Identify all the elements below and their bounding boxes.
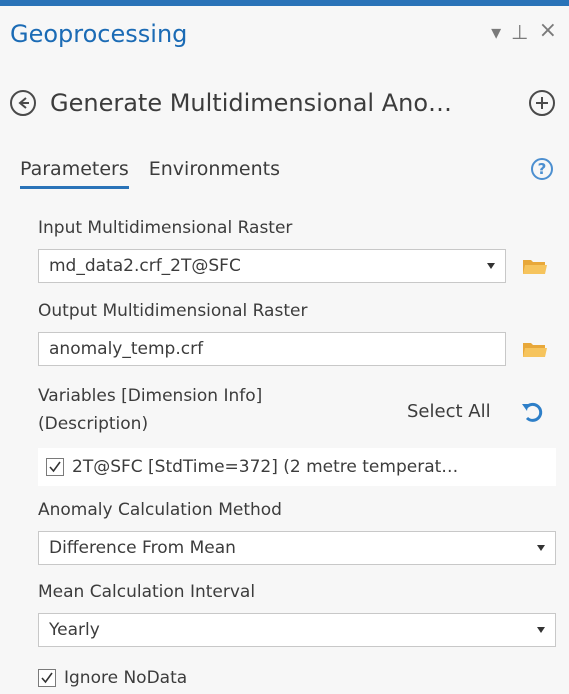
ignore-nodata-option[interactable]: Ignore NoData: [38, 668, 187, 688]
ignore-nodata-checkbox[interactable]: [38, 669, 56, 687]
variable-checkbox[interactable]: [46, 458, 64, 476]
pin-icon[interactable]: ⊥: [511, 22, 528, 42]
help-icon[interactable]: ?: [531, 158, 553, 180]
method-label: Anomaly Calculation Method: [38, 500, 282, 520]
interval-dropdown[interactable]: Yearly: [38, 613, 556, 647]
output-raster-field[interactable]: anomaly_temp.crf: [38, 332, 506, 366]
folder-icon[interactable]: [522, 256, 548, 276]
pane-menu-icon[interactable]: ▾: [491, 22, 501, 42]
tab-bar: Parameters Environments: [20, 158, 280, 189]
method-dropdown[interactable]: Difference From Mean: [38, 531, 556, 565]
input-raster-value: md_data2.crf_2T@SFC: [49, 256, 241, 276]
variable-list-item[interactable]: 2T@SFC [StdTime=372] (2 metre temperat…: [38, 448, 556, 486]
input-raster-label: Input Multidimensional Raster: [38, 218, 293, 238]
folder-icon[interactable]: [522, 339, 548, 359]
ignore-nodata-label: Ignore NoData: [64, 668, 188, 688]
pane-accent-bar: [0, 0, 569, 6]
output-raster-label: Output Multidimensional Raster: [38, 301, 308, 321]
tool-header: Generate Multidimensional Ano…: [10, 86, 555, 120]
interval-value: Yearly: [49, 620, 100, 640]
tab-parameters[interactable]: Parameters: [20, 158, 129, 189]
close-icon[interactable]: ×: [539, 20, 557, 42]
pane-title: Geoprocessing: [10, 20, 188, 48]
chevron-down-icon: [537, 545, 545, 551]
add-icon[interactable]: [529, 90, 555, 116]
select-all-button[interactable]: Select All: [407, 401, 491, 422]
method-value: Difference From Mean: [49, 538, 236, 558]
chevron-down-icon: [487, 263, 495, 269]
tool-title: Generate Multidimensional Ano…: [50, 89, 453, 117]
tab-environments[interactable]: Environments: [149, 158, 280, 189]
variable-item-label: 2T@SFC [StdTime=372] (2 metre temperat…: [72, 457, 459, 477]
chevron-down-icon: [537, 627, 545, 633]
reset-icon[interactable]: [519, 399, 545, 425]
output-raster-value: anomaly_temp.crf: [49, 339, 204, 359]
input-raster-dropdown[interactable]: md_data2.crf_2T@SFC: [38, 249, 506, 283]
variables-description-label: (Description): [38, 414, 149, 434]
interval-label: Mean Calculation Interval: [38, 582, 256, 602]
variables-label: Variables [Dimension Info]: [38, 386, 263, 406]
back-icon[interactable]: [10, 90, 36, 116]
pane-controls: ▾ ⊥ ×: [491, 20, 557, 43]
